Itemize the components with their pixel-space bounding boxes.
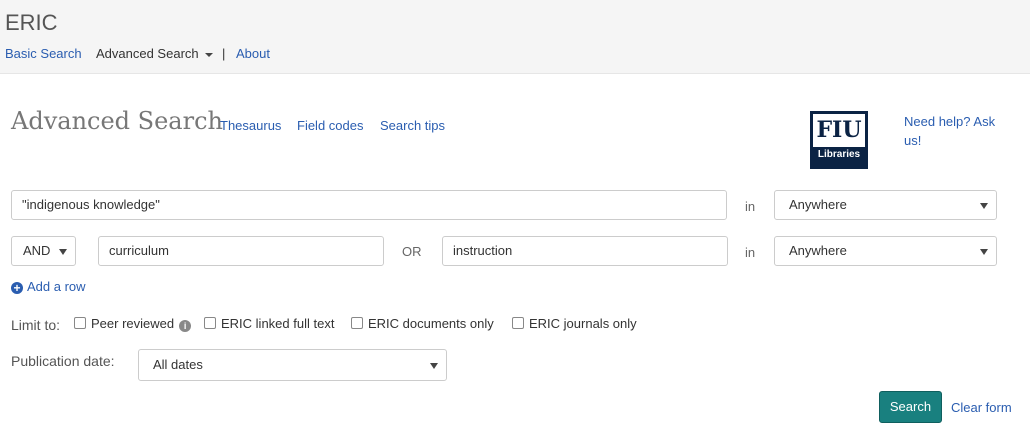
field-select-2[interactable]: Anywhere bbox=[774, 236, 997, 266]
linked-full-text-checkbox[interactable]: ERIC linked full text bbox=[204, 316, 334, 331]
in-label-2: in bbox=[745, 245, 756, 260]
add-row-button[interactable]: + Add a row bbox=[11, 279, 86, 294]
publication-date-select[interactable]: All dates bbox=[138, 349, 447, 381]
eric-documents-label: ERIC documents only bbox=[368, 316, 494, 331]
or-label: OR bbox=[402, 244, 422, 259]
checkbox-icon[interactable] bbox=[351, 317, 363, 329]
field-codes-link[interactable]: Field codes bbox=[297, 118, 363, 133]
chevron-down-icon bbox=[980, 203, 988, 209]
search-term-input-3[interactable]: instruction bbox=[442, 236, 728, 266]
checkbox-icon[interactable] bbox=[74, 317, 86, 329]
publication-date-value: All dates bbox=[153, 357, 203, 372]
chevron-down-icon bbox=[980, 249, 988, 255]
search-term-input-1[interactable]: "indigenous knowledge" bbox=[11, 190, 727, 220]
eric-journals-label: ERIC journals only bbox=[529, 316, 637, 331]
search-button[interactable]: Search bbox=[879, 391, 942, 423]
operator-select[interactable]: AND bbox=[11, 236, 76, 266]
chevron-down-icon bbox=[430, 363, 438, 369]
fiu-libraries-logo[interactable]: FIU Libraries bbox=[810, 111, 868, 169]
nav-basic-search[interactable]: Basic Search bbox=[5, 46, 82, 61]
top-navbar: ERIC Basic Search Advanced Search | Abou… bbox=[0, 0, 1030, 74]
search-term-input-2[interactable]: curriculum bbox=[98, 236, 384, 266]
field-select-1[interactable]: Anywhere bbox=[774, 190, 997, 220]
in-label-1: in bbox=[745, 199, 756, 214]
help-link[interactable]: Need help? Ask us! bbox=[904, 112, 1004, 150]
chevron-down-icon bbox=[204, 52, 213, 57]
clear-form-link[interactable]: Clear form bbox=[951, 400, 1012, 415]
limit-to-label: Limit to: bbox=[11, 317, 61, 333]
info-icon[interactable]: i bbox=[179, 320, 192, 332]
linked-full-text-label: ERIC linked full text bbox=[221, 316, 335, 331]
plus-circle-icon: + bbox=[11, 282, 23, 294]
checkbox-icon[interactable] bbox=[512, 317, 524, 329]
peer-reviewed-checkbox[interactable]: Peer reviewed i bbox=[74, 316, 192, 332]
nav-about[interactable]: About bbox=[236, 46, 270, 61]
nav-advanced-search-dropdown[interactable]: Advanced Search bbox=[96, 46, 213, 61]
thesaurus-link[interactable]: Thesaurus bbox=[220, 118, 281, 133]
eric-journals-checkbox[interactable]: ERIC journals only bbox=[512, 316, 637, 331]
logo-top-text: FIU bbox=[813, 114, 865, 147]
logo-bottom-text: Libraries bbox=[817, 149, 861, 160]
eric-documents-checkbox[interactable]: ERIC documents only bbox=[351, 316, 494, 331]
peer-reviewed-label: Peer reviewed bbox=[91, 316, 175, 331]
operator-select-value: AND bbox=[23, 243, 51, 258]
publication-date-label: Publication date: bbox=[11, 353, 115, 369]
page-title: Advanced Search bbox=[11, 107, 223, 135]
brand-name: ERIC bbox=[5, 10, 58, 35]
nav-separator: | bbox=[222, 46, 226, 61]
nav-advanced-search-label: Advanced Search bbox=[96, 46, 199, 61]
field-select-1-value: Anywhere bbox=[789, 197, 847, 212]
field-select-2-value: Anywhere bbox=[789, 243, 847, 258]
search-tips-link[interactable]: Search tips bbox=[380, 118, 445, 133]
checkbox-icon[interactable] bbox=[204, 317, 216, 329]
chevron-down-icon bbox=[59, 249, 67, 255]
add-row-label: Add a row bbox=[27, 279, 86, 294]
